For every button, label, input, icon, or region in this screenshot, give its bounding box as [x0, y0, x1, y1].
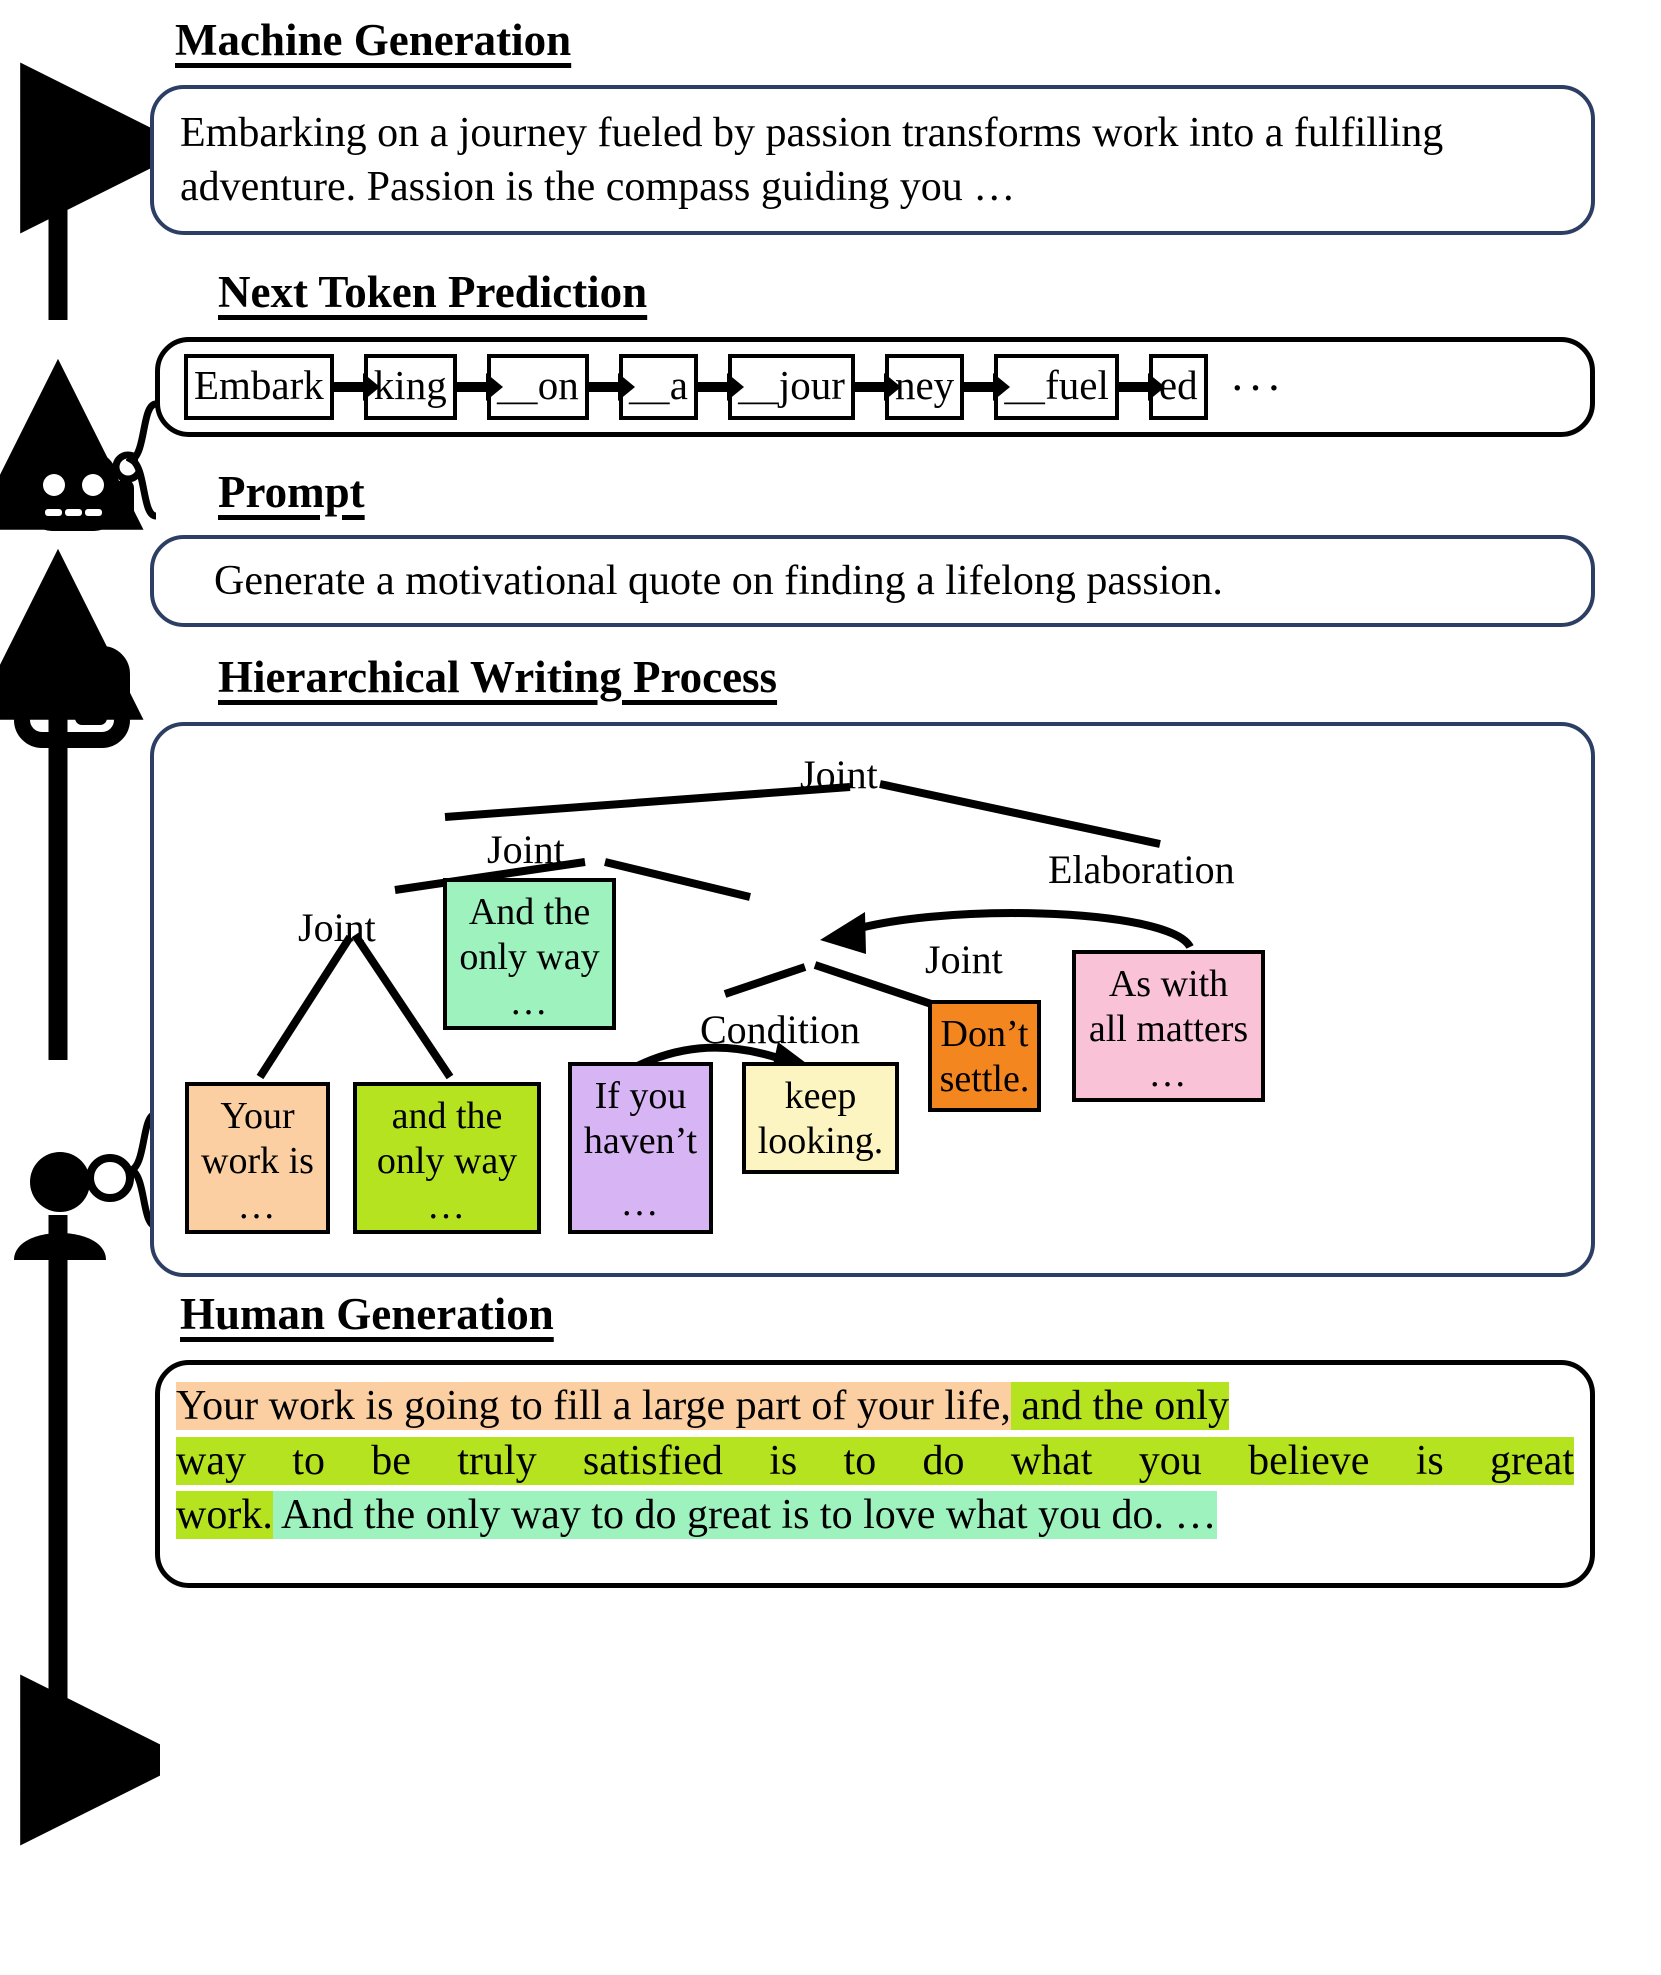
token-sequence: Embark king ＿on ＿a ＿jour ney ＿fuel ed ··· [160, 342, 1590, 432]
tree-node-left-mid: Joint [487, 827, 565, 872]
token-chip[interactable]: ＿fuel [994, 354, 1119, 420]
tree-leaf-line: keep [784, 1075, 857, 1117]
tree-leaf-line: only way [376, 1139, 518, 1182]
tree-leaf-line: Your [220, 1095, 295, 1137]
highlighted-span: work. [176, 1491, 273, 1540]
tree-leaf-line: work is [201, 1139, 314, 1182]
tree-leaf-line: As with [1108, 963, 1229, 1005]
tree-node-root: Joint [800, 752, 878, 797]
tree-node-condition: Condition [700, 1007, 861, 1052]
tree-leaf-ellipsis: … [427, 1184, 467, 1227]
tree-leaf-line: haven’t [583, 1119, 698, 1162]
token-arrow-icon [964, 373, 1011, 401]
highlighted-span: Your work is going to fill a large part … [176, 1382, 1011, 1430]
tree-leaf-line: and the [391, 1095, 503, 1137]
human-generation-text: Your work is going to fill a large part … [160, 1365, 1590, 1543]
prompt-heading: Prompt [218, 467, 365, 517]
token-ellipsis: ··· [1229, 361, 1285, 413]
tree-node-left-low: Joint [298, 905, 376, 950]
tree-leaf-as-with-all-matters[interactable]: As with all matters… [1072, 950, 1265, 1102]
human-generation-line: way to be truly satisfied is to do what … [176, 1434, 1574, 1489]
tree-leaf-line: Don’t [940, 1013, 1029, 1055]
person-icon [8, 1150, 138, 1260]
machine-generation-panel: Embarking on a journey fueled by passion… [150, 85, 1595, 235]
prompt-panel: Generate a motivational quote on finding… [150, 535, 1595, 627]
token-arrow-icon [854, 373, 901, 401]
tree-leaf-line: And the [468, 891, 591, 933]
hierarchical-writing-process-heading: Hierarchical Writing Process [218, 652, 778, 702]
flow-arrows [0, 62, 160, 1846]
machine-generation-text: Embarking on a journey fueled by passion… [180, 110, 1444, 210]
token-chip[interactable]: ＿jour [727, 354, 855, 420]
highlighted-span: way to be truly satisfied is to do what … [176, 1436, 1574, 1485]
next-token-prediction-heading: Next Token Prediction [218, 267, 648, 317]
token-arrow-icon [588, 373, 635, 401]
terminal-icon [10, 632, 130, 762]
tree-node-elaboration: Elaboration [1048, 847, 1235, 892]
next-token-prediction-panel: Embark king ＿on ＿a ＿jour ney ＿fuel ed ··· [155, 337, 1595, 437]
tree-leaf-line: If you [594, 1075, 687, 1117]
token-arrow-icon [456, 373, 503, 401]
machine-generation-heading: Machine Generation [175, 15, 572, 65]
tree-leaf-ellipsis: … [237, 1184, 278, 1227]
tree-leaf-and-the-only-way[interactable]: and the only way… [353, 1082, 541, 1234]
tree-leaf-if-you-havent[interactable]: If you haven’t … [568, 1062, 713, 1234]
token-row-brace [126, 400, 158, 520]
token-arrow-icon [1118, 373, 1165, 401]
robot-icon [8, 425, 138, 545]
tree-leaf-line: settle. [939, 1057, 1030, 1100]
human-generation-panel: Your work is going to fill a large part … [155, 1360, 1595, 1588]
human-generation-line: Your work is going to fill a large part … [176, 1379, 1574, 1434]
tree-node-right-mid: Joint [925, 937, 1003, 982]
tree-leaf-ellipsis: … [509, 980, 550, 1023]
tree-leaf-ellipsis: … [1148, 1052, 1189, 1095]
tree-leaf-line: all matters [1088, 1007, 1249, 1050]
tree-leaf-line: only way [459, 935, 600, 978]
tree-leaf-your-work-is[interactable]: Your work is… [185, 1082, 330, 1234]
tree-leaf-line: looking. [757, 1119, 884, 1162]
tree-leaf-And-the-only-way[interactable]: And the only way… [443, 878, 616, 1030]
highlighted-span: and the only [1010, 1382, 1229, 1430]
token-chip[interactable]: Embark [184, 354, 334, 420]
prompt-text: Generate a motivational quote on finding… [214, 558, 1223, 604]
human-generation-line: work. And the only way to do great is to… [176, 1488, 1574, 1543]
highlighted-span: And the only way to do great is to love … [272, 1491, 1217, 1540]
human-generation-heading: Human Generation [180, 1289, 554, 1339]
token-arrow-icon [333, 373, 380, 401]
tree-leaf-ellipsis: … [620, 1182, 661, 1225]
token-arrow-icon [697, 373, 744, 401]
tree-leaf-keep-looking[interactable]: keep looking. [742, 1062, 899, 1174]
tree-leaf-dont-settle[interactable]: Don’t settle. [928, 1000, 1041, 1112]
